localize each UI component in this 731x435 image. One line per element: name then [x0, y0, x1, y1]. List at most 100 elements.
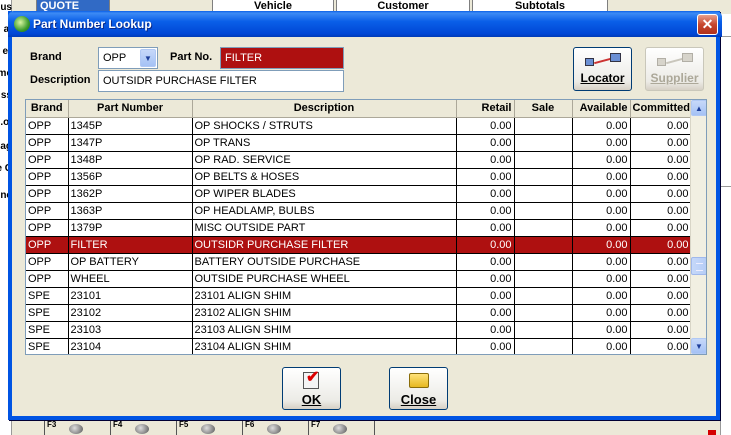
table-row[interactable]: SPE 23104 23104 ALIGN SHIM 0.00 0.00 0.00 [26, 338, 692, 354]
tool-icon [333, 424, 347, 434]
table-cell: 23104 [68, 338, 193, 354]
table-cell: 0.00 [572, 168, 631, 186]
table-row[interactable]: OPP OP BATTERY BATTERY OUTSIDE PURCHASE 0.0… [26, 253, 692, 271]
table-cell: 0.00 [630, 321, 692, 339]
table-row[interactable]: OPP FILTER OUTSIDR PURCHASE FILTER 0.00 0.00… [26, 236, 692, 254]
table-row[interactable]: SPE 23101 23101 ALIGN SHIM 0.00 0.00 0.00 [26, 287, 692, 305]
scroll-down-icon[interactable]: ▼ [691, 338, 706, 354]
table-cell: 0.00 [456, 321, 515, 339]
table-cell [514, 202, 573, 220]
table-cell: OP RAD. SERVICE [192, 151, 457, 169]
table-cell: 0.00 [572, 219, 631, 237]
vertical-scrollbar[interactable]: ▲ ▼ [690, 100, 706, 354]
table-cell: 0.00 [572, 236, 631, 254]
table-cell: 0.00 [456, 287, 515, 305]
table-cell: 0.00 [456, 253, 515, 271]
table-cell: OUTSIDE PURCHASE WHEEL [192, 270, 457, 288]
table-row[interactable]: SPE 23102 23102 ALIGN SHIM 0.00 0.00 0.00 [26, 304, 692, 322]
dialog-titlebar[interactable]: Part Number Lookup ✕ [8, 11, 722, 37]
table-cell: 0.00 [630, 117, 692, 135]
background-right-column [720, 14, 731, 435]
table-cell: WHEEL [68, 270, 193, 288]
network-icon [583, 53, 623, 69]
table-row[interactable]: OPP 1356P OP BELTS & HOSES 0.00 0.00 0.00 [26, 168, 692, 186]
column-header-committed[interactable]: Committed [630, 100, 692, 118]
table-cell: 0.00 [572, 117, 631, 135]
part-no-input[interactable]: FILTER [220, 47, 344, 69]
scroll-thumb[interactable] [691, 257, 706, 275]
table-cell: 0.00 [572, 321, 631, 339]
table-cell [514, 270, 573, 288]
table-cell: 0.00 [456, 117, 515, 135]
table-cell: OPP [26, 270, 69, 288]
fkey-f5-button[interactable]: F5 [176, 421, 238, 435]
table-cell: 23104 ALIGN SHIM [192, 338, 457, 354]
table-row[interactable]: OPP WHEEL OUTSIDE PURCHASE WHEEL 0.00 0.00 0.… [26, 270, 692, 288]
table-cell: MISC OUTSIDE PART [192, 219, 457, 237]
table-row[interactable]: OPP 1363P OP HEADLAMP, BULBS 0.00 0.00 0.00 [26, 202, 692, 220]
column-header-sale[interactable]: Sale [514, 100, 573, 118]
table-cell: OPP [26, 168, 69, 186]
table-cell [514, 151, 573, 169]
table-cell [514, 185, 573, 203]
close-button[interactable]: Close [389, 367, 448, 410]
fkey-f3-button[interactable]: F3 [44, 421, 106, 435]
ok-button[interactable]: OK [282, 367, 341, 410]
table-cell: OPP [26, 219, 69, 237]
fkey-f7-button[interactable]: F7 [308, 421, 370, 435]
table-cell: OP HEADLAMP, BULBS [192, 202, 457, 220]
table-cell: 0.00 [630, 338, 692, 354]
table-cell: 23102 ALIGN SHIM [192, 304, 457, 322]
close-window-button[interactable]: ✕ [697, 14, 718, 35]
table-row[interactable]: OPP 1347P OP TRANS 0.00 0.00 0.00 [26, 134, 692, 152]
locator-label: Locator [580, 71, 625, 85]
column-header-part-number[interactable]: Part Number [68, 100, 193, 118]
brand-value: OPP [103, 52, 127, 64]
table-row[interactable]: OPP 1348P OP RAD. SERVICE 0.00 0.00 0.00 [26, 151, 692, 169]
column-header-description[interactable]: Description [192, 100, 457, 118]
brand-select[interactable]: OPP ▼ [98, 47, 158, 69]
column-header-retail[interactable]: Retail [456, 100, 515, 118]
scroll-up-icon[interactable]: ▲ [691, 100, 706, 116]
close-label: Close [400, 392, 437, 407]
table-cell: 1345P [68, 117, 193, 135]
table-cell [514, 304, 573, 322]
table-cell: 23103 ALIGN SHIM [192, 321, 457, 339]
locator-button[interactable]: Locator [573, 47, 632, 91]
table-cell: 0.00 [456, 338, 515, 354]
supplier-button[interactable]: Supplier [645, 47, 704, 91]
table-cell: 0.00 [630, 236, 692, 254]
table-cell: SPE [26, 304, 69, 322]
folder-icon [409, 373, 429, 388]
fkey-f4-button[interactable]: F4 [110, 421, 172, 435]
table-cell [514, 219, 573, 237]
parts-grid[interactable]: Brand Part Number Description Retail Sal… [25, 99, 707, 355]
dialog-title: Part Number Lookup [33, 17, 152, 31]
table-cell: OPP [26, 253, 69, 271]
table-cell [514, 338, 573, 354]
table-cell: 0.00 [456, 219, 515, 237]
table-cell: 0.00 [456, 151, 515, 169]
column-header-brand[interactable]: Brand [26, 100, 69, 118]
table-cell: OP BELTS & HOSES [192, 168, 457, 186]
table-cell: 0.00 [630, 304, 692, 322]
description-input[interactable]: OUTSIDR PURCHASE FILTER [98, 70, 344, 92]
chevron-down-icon[interactable]: ▼ [140, 49, 156, 67]
table-row[interactable]: OPP 1379P MISC OUTSIDE PART 0.00 0.00 0.00 [26, 219, 692, 237]
table-cell: OPP [26, 185, 69, 203]
column-header-available[interactable]: Available [572, 100, 631, 118]
table-cell [514, 117, 573, 135]
table-cell: BATTERY OUTSIDE PURCHASE [192, 253, 457, 271]
table-cell: 23101 [68, 287, 193, 305]
table-cell: 1348P [68, 151, 193, 169]
table-cell: OP TRANS [192, 134, 457, 152]
table-row[interactable]: SPE 23103 23103 ALIGN SHIM 0.00 0.00 0.00 [26, 321, 692, 339]
fkey-f6-button[interactable]: F6 [242, 421, 304, 435]
network-icon [655, 53, 695, 69]
table-cell: 0.00 [456, 236, 515, 254]
table-cell: 0.00 [456, 168, 515, 186]
table-row[interactable]: OPP 1345P OP SHOCKS / STRUTS 0.00 0.00 0.00 [26, 117, 692, 135]
table-cell: 0.00 [630, 134, 692, 152]
table-row[interactable]: OPP 1362P OP WIPER BLADES 0.00 0.00 0.00 [26, 185, 692, 203]
table-cell: OPP [26, 151, 69, 169]
